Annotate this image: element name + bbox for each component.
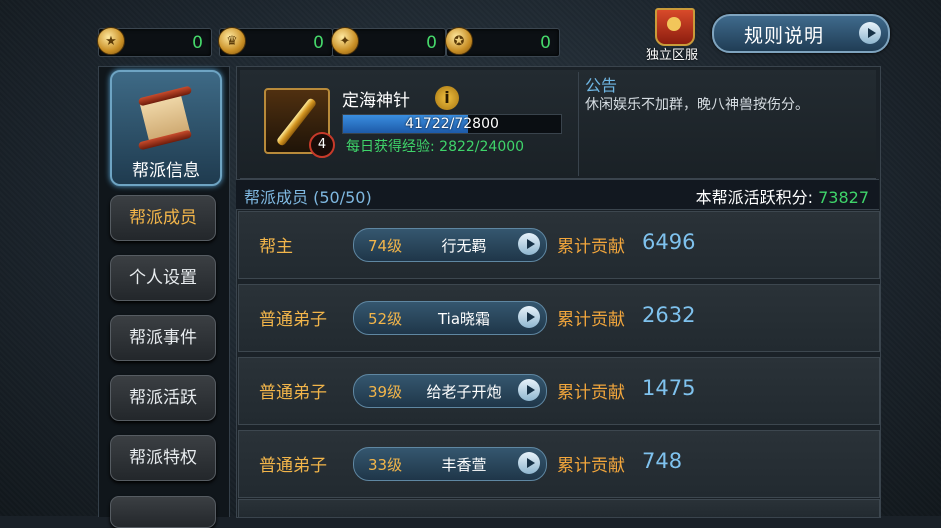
contribution-label: 累计贡献 (557, 237, 625, 257)
member-row[interactable]: 普通弟子 39级 给老子开炮 累计贡献 1475 (238, 357, 880, 425)
play-arrow-icon (518, 306, 540, 328)
nav-item-events[interactable]: 帮派事件 (110, 315, 216, 361)
guild-exp-text: 41722/72800 (405, 116, 499, 132)
currency-value: 0 (313, 33, 324, 53)
currency-slot-helmet: ♛ 0 (216, 25, 333, 57)
member-role: 普通弟子 (259, 310, 327, 330)
nav-item-privileges[interactable]: 帮派特权 (110, 435, 216, 481)
server-label: 独立区服 (645, 48, 698, 63)
member-level: 33级 (368, 456, 403, 474)
currency-slot-medal: ✪ 0 (443, 25, 560, 57)
member-level: 74级 (368, 237, 403, 255)
rules-button[interactable]: 规则说明 (712, 14, 890, 53)
member-row-partial[interactable] (238, 499, 880, 517)
nav-item-personal-settings[interactable]: 个人设置 (110, 255, 216, 301)
coin-icon: ★ (95, 25, 127, 57)
currency-slot-emblem: ✦ 0 (329, 25, 446, 57)
currency-value: 0 (540, 33, 551, 53)
medal-icon: ✪ (443, 25, 475, 57)
member-profile-button[interactable]: 33级 丰香萱 (353, 447, 547, 481)
member-name: 丰香萱 (441, 456, 487, 474)
info-icon[interactable]: i (435, 86, 459, 110)
members-count: 帮派成员 (50/50) (244, 188, 372, 207)
independent-server-button[interactable]: 独立区服 (640, 8, 704, 63)
contribution-label: 累计贡献 (557, 456, 625, 476)
member-profile-button[interactable]: 39级 给老子开炮 (353, 374, 547, 408)
member-name: 给老子开炮 (426, 383, 502, 401)
member-name: Tia晓霜 (437, 310, 491, 328)
guild-name: 定海神针 (342, 91, 410, 111)
contribution-value: 2632 (642, 303, 696, 327)
member-profile-button[interactable]: 74级 行无羁 (353, 228, 547, 262)
currency-value: 0 (426, 33, 437, 53)
members-header: 帮派成员 (50/50) 本帮派活跃积分: 73827 (236, 179, 879, 210)
contribution-label: 累计贡献 (557, 310, 625, 330)
divider (578, 72, 579, 176)
banner-icon (655, 8, 695, 46)
play-arrow-icon (518, 452, 540, 474)
nav-item-more[interactable] (110, 496, 216, 528)
member-profile-button[interactable]: 52级 Tia晓霜 (353, 301, 547, 335)
member-row[interactable]: 帮主 74级 行无羁 累计贡献 6496 (238, 211, 880, 279)
contribution-label: 累计贡献 (557, 383, 625, 403)
emblem-icon: ✦ (329, 25, 361, 57)
play-arrow-icon (518, 379, 540, 401)
notice-title: 公告 (585, 76, 618, 95)
currency-value: 0 (192, 33, 203, 53)
nav-item-members[interactable]: 帮派成员 (110, 195, 216, 241)
member-level: 39级 (368, 383, 403, 401)
member-row[interactable]: 普通弟子 33级 丰香萱 累计贡献 748 (238, 430, 880, 498)
member-role: 普通弟子 (259, 456, 327, 476)
member-row[interactable]: 普通弟子 52级 Tia晓霜 累计贡献 2632 (238, 284, 880, 352)
contribution-value: 6496 (642, 230, 696, 254)
activity-score-value: 73827 (818, 188, 869, 207)
notice-text: 休闲娱乐不加群，晚八神兽按伤分。 (585, 97, 809, 113)
rules-label: 规则说明 (744, 25, 825, 47)
play-arrow-icon (518, 233, 540, 255)
activity-score: 本帮派活跃积分: 73827 (695, 188, 869, 207)
member-name: 行无羁 (441, 237, 487, 255)
currency-slot-coin: ★ 0 (95, 25, 212, 57)
play-arrow-icon (859, 22, 881, 44)
member-level: 52级 (368, 310, 403, 328)
daily-exp: 每日获得经验: 2822/24000 (346, 139, 525, 155)
scroll-icon (137, 85, 193, 151)
nav-item-activity[interactable]: 帮派活跃 (110, 375, 216, 421)
helmet-icon: ♛ (216, 25, 248, 57)
guild-exp-bar: 41722/72800 (342, 114, 562, 134)
guild-level-badge: 4 (309, 132, 335, 158)
member-role: 普通弟子 (259, 383, 327, 403)
contribution-value: 748 (642, 449, 683, 473)
member-role: 帮主 (259, 237, 293, 257)
nav-guild-info[interactable]: 帮派信息 (110, 70, 222, 186)
nav-guild-info-label: 帮派信息 (132, 161, 200, 181)
contribution-value: 1475 (642, 376, 696, 400)
